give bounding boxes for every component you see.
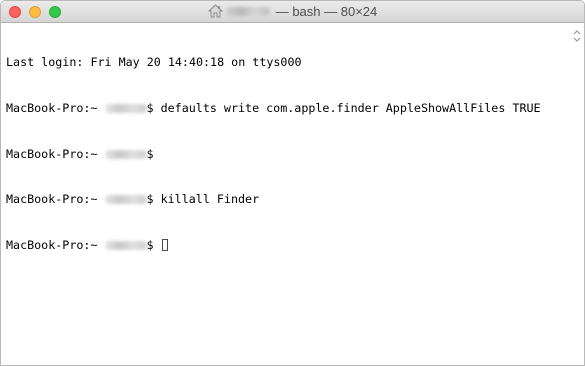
- redacted-username: [104, 149, 147, 159]
- prompt-symbol: $: [146, 237, 161, 252]
- prompt-symbol: $: [146, 101, 161, 115]
- command-line: MacBook-Pro:~ $: [6, 147, 568, 162]
- prompt-host: MacBook-Pro:~: [6, 101, 105, 115]
- window-title: — bash — 80×24: [1, 4, 584, 19]
- scrollbar[interactable]: [569, 23, 584, 47]
- prompt-symbol: $: [146, 192, 161, 207]
- prompt-host: MacBook-Pro:~: [6, 192, 105, 207]
- command-line: MacBook-Pro:~ $ killall Finder: [6, 192, 568, 207]
- scroll-arrows-icon[interactable]: [572, 29, 582, 43]
- home-icon: [207, 4, 223, 18]
- command-line[interactable]: MacBook-Pro:~ $: [6, 238, 568, 253]
- command-text: killall Finder: [160, 192, 260, 207]
- redacted-username: [104, 240, 147, 250]
- terminal-output[interactable]: Last login: Fri May 20 14:40:18 on ttys0…: [6, 25, 568, 365]
- terminal-window: — bash — 80×24 Last login: Fri May 20 14…: [0, 0, 585, 366]
- prompt-symbol: $: [146, 146, 161, 161]
- redacted-username: [104, 195, 147, 205]
- redacted-username: [104, 104, 147, 113]
- title-bar[interactable]: — bash — 80×24: [1, 1, 584, 23]
- command-text: defaults write com.apple.finder AppleSho…: [160, 101, 541, 115]
- prompt-host: MacBook-Pro:~: [6, 146, 105, 161]
- block-cursor: [161, 238, 168, 251]
- window-title-text: — bash — 80×24: [275, 4, 378, 19]
- command-line: MacBook-Pro:~ $ defaults write com.apple…: [6, 101, 568, 116]
- redacted-username: [225, 7, 270, 16]
- last-login-line: Last login: Fri May 20 14:40:18 on ttys0…: [6, 55, 302, 70]
- prompt-host: MacBook-Pro:~: [6, 237, 105, 252]
